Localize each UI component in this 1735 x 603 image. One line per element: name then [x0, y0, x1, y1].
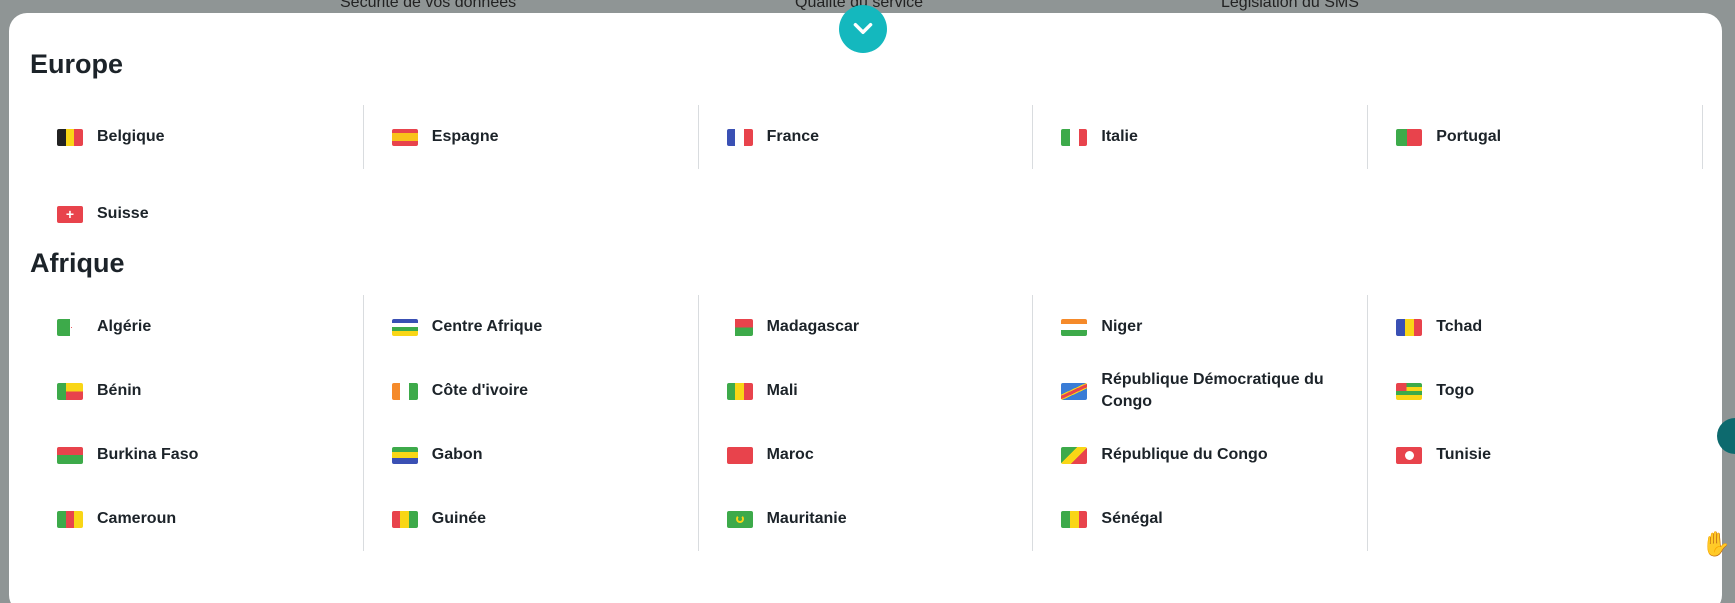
country-link-belgique[interactable]: Belgique [29, 105, 364, 169]
flag-gabon-icon [391, 446, 418, 464]
flag-madagascar-icon [726, 318, 753, 336]
nav-link-sms-legislation[interactable]: Législation du SMS [1221, 0, 1359, 12]
afrique-country-grid: · Algérie Centre Afrique Madagascar Nige… [29, 295, 1703, 551]
flag-congo-icon [1061, 446, 1088, 464]
nav-link-data-security[interactable]: Sécurité de vos données [340, 0, 516, 12]
country-link-burkina-faso[interactable]: Burkina Faso [29, 423, 364, 487]
section-title-europe: Europe [30, 49, 124, 79]
flag-algeria-icon: · [57, 318, 83, 336]
chevron-down-icon [853, 22, 873, 34]
flag-dr-congo-icon [1061, 382, 1088, 400]
countries-panel: Europe Belgique Espagne France Italie Po… [9, 5, 1722, 603]
country-link-suisse[interactable]: + Suisse [29, 169, 364, 259]
flag-portugal-icon [1396, 128, 1423, 146]
section-title-afrique: Afrique [30, 248, 125, 278]
waving-hand-icon[interactable]: ✋ [1701, 530, 1731, 559]
country-link-mali[interactable]: Mali [699, 359, 1034, 423]
country-link-gabon[interactable]: Gabon [364, 423, 699, 487]
flag-senegal-icon [1061, 510, 1088, 528]
country-link-benin[interactable]: Bénin [29, 359, 364, 423]
country-link-algerie[interactable]: · Algérie [29, 295, 364, 359]
flag-guinea-icon [391, 510, 418, 528]
country-link-togo[interactable]: Togo [1368, 359, 1703, 423]
country-link-maroc[interactable]: Maroc [699, 423, 1034, 487]
country-link-niger[interactable]: Niger [1033, 295, 1369, 359]
europe-country-grid: Belgique Espagne France Italie Portugal … [29, 105, 1703, 259]
country-link-centre-afrique[interactable]: Centre Afrique [364, 295, 699, 359]
country-link-tchad[interactable]: Tchad [1368, 295, 1703, 359]
flag-burkina-faso-icon [57, 446, 83, 464]
flag-niger-icon [1061, 318, 1088, 336]
country-link-madagascar[interactable]: Madagascar [699, 295, 1034, 359]
flag-switzerland-icon: + [57, 205, 83, 223]
flag-mauritania-icon [726, 510, 753, 528]
country-link-guinee[interactable]: Guinée [364, 487, 699, 551]
country-link-espagne[interactable]: Espagne [364, 105, 699, 169]
empty-cell [1368, 487, 1703, 551]
flag-morocco-icon [726, 446, 753, 464]
country-link-france[interactable]: France [699, 105, 1034, 169]
flag-cameroon-icon [57, 510, 83, 528]
collapse-toggle-button[interactable] [839, 5, 887, 53]
country-link-portugal[interactable]: Portugal [1368, 105, 1703, 169]
country-link-senegal[interactable]: Sénégal [1033, 487, 1369, 551]
country-link-republique-du-congo[interactable]: République du Congo [1033, 423, 1369, 487]
flag-togo-icon [1396, 382, 1423, 400]
country-link-tunisie[interactable]: Tunisie [1368, 423, 1703, 487]
country-link-italie[interactable]: Italie [1033, 105, 1369, 169]
flag-ivory-coast-icon [391, 382, 418, 400]
country-link-cameroun[interactable]: Cameroun [29, 487, 364, 551]
country-link-cote-d-ivoire[interactable]: Côte d'ivoire [364, 359, 699, 423]
flag-spain-icon [391, 128, 418, 146]
flag-chad-icon [1396, 318, 1423, 336]
flag-central-african-republic-icon [391, 318, 418, 336]
flag-france-icon [726, 128, 753, 146]
flag-italy-icon [1061, 128, 1088, 146]
flag-benin-icon [57, 382, 83, 400]
flag-mali-icon [726, 382, 753, 400]
country-link-mauritanie[interactable]: Mauritanie [699, 487, 1034, 551]
country-link-rdc[interactable]: République Démocratique du Congo [1033, 359, 1369, 423]
flag-belgium-icon [57, 128, 83, 146]
flag-tunisia-icon [1396, 446, 1423, 464]
